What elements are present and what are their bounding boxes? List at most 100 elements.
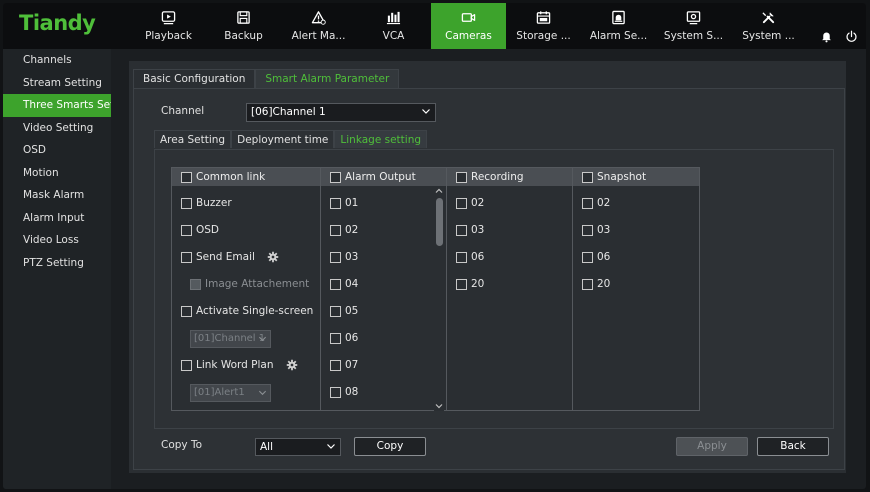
tab-basic-configuration[interactable]: Basic Configuration [133, 69, 256, 88]
nav-cameras[interactable]: Cameras [431, 3, 506, 49]
checkbox[interactable] [582, 197, 593, 209]
alarm-output-item[interactable]: 03 [330, 251, 358, 263]
checkbox[interactable] [456, 251, 467, 263]
link-word-plan-checkbox[interactable] [181, 359, 192, 371]
tab-smart-alarm-parameter[interactable]: Smart Alarm Parameter [255, 69, 400, 88]
snapshot-checkbox[interactable] [582, 171, 593, 183]
channel-select-value: [06]Channel 1 [251, 106, 326, 118]
item-label: 08 [345, 386, 359, 398]
channel-select[interactable]: [06]Channel 1 [246, 103, 436, 122]
back-button[interactable]: Back [757, 437, 829, 456]
sidebar-item-osd[interactable]: OSD [3, 139, 111, 162]
recording-item[interactable]: 20 [456, 278, 484, 290]
alarm-output-scrollbar[interactable] [434, 186, 444, 411]
buzzer-label: Buzzer [196, 197, 232, 209]
sidebar-item-alarm-input[interactable]: Alarm Input [3, 207, 111, 230]
alarm-output-item[interactable]: 05 [330, 305, 358, 317]
bell-icon[interactable] [820, 30, 833, 43]
alarm-output-item[interactable]: 06 [330, 332, 358, 344]
gear-icon[interactable] [267, 251, 279, 263]
nav-alarm-settings[interactable]: Alarm Se... [581, 3, 656, 49]
checkbox[interactable] [582, 224, 593, 236]
osd-option[interactable]: OSD [181, 224, 219, 236]
copy-to-select[interactable]: All [255, 438, 341, 456]
alarm-output-item[interactable]: 08 [330, 386, 358, 398]
snapshot-column: Snapshot 02 03 06 20 [573, 168, 699, 410]
alarm-output-item[interactable]: 07 [330, 359, 358, 371]
snapshot-item[interactable]: 06 [582, 251, 610, 263]
common-link-header: Common link [172, 168, 320, 186]
alarm-output-checkbox[interactable] [330, 171, 341, 183]
checkbox[interactable] [330, 224, 341, 236]
recording-item[interactable]: 06 [456, 251, 484, 263]
tab-linkage-setting[interactable]: Linkage setting [334, 130, 428, 148]
item-label: 05 [345, 305, 359, 317]
nav-label: VCA [382, 30, 405, 42]
tab-deployment-time[interactable]: Deployment time [231, 130, 335, 148]
single-screen-channel-value: [01]Channel 1 [194, 333, 266, 344]
nav-playback[interactable]: Playback [131, 3, 206, 49]
sidebar-item-video-loss[interactable]: Video Loss [3, 229, 111, 252]
checkbox[interactable] [456, 224, 467, 236]
scroll-thumb[interactable] [436, 198, 443, 246]
alarm-output-item[interactable]: 01 [330, 197, 358, 209]
sidebar-item-mask-alarm[interactable]: Mask Alarm [3, 184, 111, 207]
recording-item[interactable]: 03 [456, 224, 484, 236]
nav-system[interactable]: System ... [731, 3, 806, 49]
snapshot-item[interactable]: 20 [582, 278, 610, 290]
checkbox[interactable] [330, 278, 341, 290]
playback-icon [161, 11, 176, 25]
sidebar-item-three-smarts[interactable]: Three Smarts Sett... [3, 94, 111, 117]
checkbox[interactable] [330, 197, 341, 209]
sidebar-item-channels[interactable]: Channels [3, 49, 111, 72]
item-label: 02 [345, 224, 359, 236]
buzzer-option[interactable]: Buzzer [181, 197, 232, 209]
checkbox[interactable] [456, 197, 467, 209]
chevron-down-icon [258, 336, 267, 342]
sidebar-item-video-setting[interactable]: Video Setting [3, 117, 111, 140]
image-attachment-checkbox [190, 278, 201, 290]
checkbox[interactable] [582, 278, 593, 290]
osd-checkbox[interactable] [181, 224, 192, 236]
link-word-plan-option[interactable]: Link Word Plan [181, 359, 298, 371]
checkbox[interactable] [330, 359, 341, 371]
sidebar-item-stream-setting[interactable]: Stream Setting [3, 72, 111, 95]
snapshot-item[interactable]: 03 [582, 224, 610, 236]
checkbox[interactable] [330, 305, 341, 317]
alarm-output-item[interactable]: 02 [330, 224, 358, 236]
activate-single-screen-option[interactable]: Activate Single-screen [181, 305, 313, 317]
copy-button[interactable]: Copy [354, 437, 426, 456]
activate-single-screen-checkbox[interactable] [181, 305, 192, 317]
checkbox[interactable] [330, 251, 341, 263]
buzzer-checkbox[interactable] [181, 197, 192, 209]
chevron-down-icon[interactable] [434, 401, 444, 411]
alarm-output-item[interactable]: 04 [330, 278, 358, 290]
copy-to-value: All [260, 441, 274, 453]
power-icon[interactable] [845, 30, 858, 43]
checkbox[interactable] [330, 332, 341, 344]
nav-system-settings[interactable]: System S... [656, 3, 731, 49]
tab-area-setting[interactable]: Area Setting [154, 130, 232, 148]
sidebar-item-motion[interactable]: Motion [3, 162, 111, 185]
snapshot-item[interactable]: 02 [582, 197, 610, 209]
nav-label: Alert Ma... [291, 30, 346, 42]
checkbox[interactable] [456, 278, 467, 290]
common-link-checkbox[interactable] [181, 171, 192, 183]
snapshot-header: Snapshot [573, 168, 699, 186]
apply-button[interactable]: Apply [676, 437, 748, 456]
nav-backup[interactable]: Backup [206, 3, 281, 49]
recording-item[interactable]: 02 [456, 197, 484, 209]
item-label: 01 [345, 197, 359, 209]
checkbox[interactable] [582, 251, 593, 263]
recording-checkbox[interactable] [456, 171, 467, 183]
send-email-checkbox[interactable] [181, 251, 192, 263]
nav-storage[interactable]: Storage ... [506, 3, 581, 49]
send-email-option[interactable]: Send Email [181, 251, 279, 263]
checkbox[interactable] [330, 386, 341, 398]
nav-alert[interactable]: Alert Ma... [281, 3, 356, 49]
item-label: 20 [471, 278, 485, 290]
nav-vca[interactable]: VCA [356, 3, 431, 49]
sidebar-item-ptz-setting[interactable]: PTZ Setting [3, 252, 111, 275]
chevron-up-icon[interactable] [434, 186, 444, 196]
gear-icon[interactable] [286, 359, 298, 371]
